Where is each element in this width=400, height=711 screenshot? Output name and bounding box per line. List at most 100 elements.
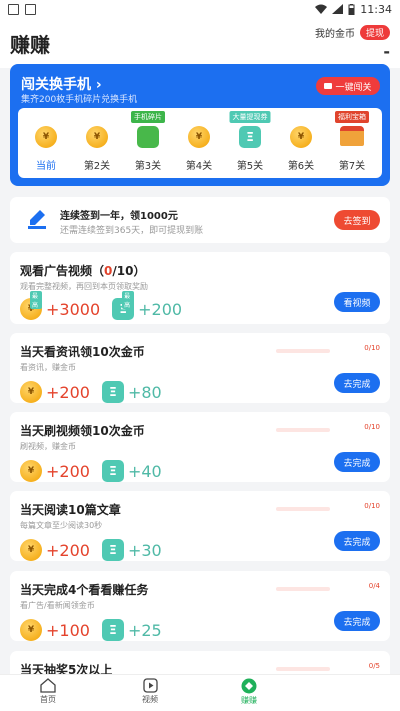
bottom-tab-bar: 首页 视频 赚赚: [0, 674, 400, 711]
coin-icon: ¥: [20, 381, 42, 403]
level-card-title-link[interactable]: 闯关换手机 ›: [21, 74, 102, 94]
complete-button[interactable]: 去完成: [334, 611, 380, 631]
coin-reward: +200: [46, 382, 90, 402]
ticket-icon: Ξ: [101, 460, 124, 482]
signal-icon: [332, 4, 344, 14]
task-reward: ¥ +200 Ξ +80: [20, 381, 162, 403]
coin-icon: ¥: [20, 539, 42, 561]
task-subtitle: 看广告/看新闻领金币: [20, 601, 95, 610]
level-item[interactable]: ¥ 当前: [23, 108, 69, 178]
battery-icon: [348, 3, 355, 15]
ticket-reward: +40: [127, 461, 162, 481]
task-progress-text: 0/10: [364, 423, 380, 431]
level-item[interactable]: ¥ 第2关: [74, 108, 120, 178]
ticket-reward: +25: [127, 620, 162, 640]
task-subtitle: 看资讯，赚金币: [20, 363, 76, 372]
levels-panel: ¥ 当前 ¥ 第2关 手机碎片 第3关 ¥ 第4关 大量提现券 Ξ 第5关 ¥ …: [18, 108, 382, 178]
level-name: 第6关: [287, 161, 315, 172]
checkin-title: 连续签到一年，领1000元: [60, 211, 178, 222]
tab-earn[interactable]: 赚赚: [219, 678, 279, 706]
ticket-reward: +30: [127, 540, 162, 560]
task-card: 当天阅读10篇文章 0/10 每篇文章至少阅读30秒 ¥ +200 Ξ +30 …: [10, 491, 390, 561]
coin-icon: ¥: [86, 126, 108, 148]
one-key-challenge-button[interactable]: 一键闯关: [316, 77, 380, 95]
task-title: 观看广告视频（0/10）: [20, 262, 145, 279]
level-item[interactable]: 手机碎片 第3关: [125, 108, 171, 178]
video-icon: [142, 678, 158, 693]
complete-button[interactable]: 去完成: [334, 531, 380, 551]
task-subtitle: 刷视频，赚金币: [20, 442, 76, 451]
tab-label: 首页: [40, 695, 56, 704]
coin-icon: ¥: [290, 126, 312, 148]
level-item[interactable]: 福利宝箱 第7关: [329, 108, 375, 178]
tab-home[interactable]: 首页: [18, 678, 78, 705]
camera-icon: [324, 83, 333, 89]
max-tag: 最高: [30, 291, 42, 309]
task-title: 当天完成4个看看赚任务: [20, 583, 149, 597]
coin-icon: ¥: [20, 619, 42, 641]
ticket-icon: Ξ: [101, 381, 124, 403]
level-item[interactable]: 大量提现券 Ξ 第5关: [227, 108, 273, 178]
task-card: 当天刷视频领10次金币 0/10 刷视频，赚金币 ¥ +200 Ξ +40 去完…: [10, 412, 390, 482]
ticket-icon: Ξ: [239, 126, 261, 148]
coin-reward: +3000: [46, 299, 101, 319]
coin-reward: +100: [46, 620, 90, 640]
checkin-subtitle: 还需连续签到365天，即可提现到账: [60, 226, 204, 236]
chevron-right-icon: ›: [95, 77, 102, 93]
checkin-card: 连续签到一年，领1000元 还需连续签到365天，即可提现到账 去签到: [10, 197, 390, 243]
withdraw-button[interactable]: 提现: [359, 25, 390, 40]
watch-video-button[interactable]: 看视频: [334, 292, 380, 312]
level-name: 第4关: [185, 161, 213, 172]
header: 赚赚 我的金币 提现 -: [0, 18, 400, 68]
level-card-subtitle: 集齐200枚手机碎片兑换手机: [21, 95, 138, 105]
page-title: 赚赚: [10, 32, 50, 57]
task-reward: ¥ +100 Ξ +25: [20, 619, 162, 641]
coin-value: -: [383, 42, 390, 61]
task-title: 当天刷视频领10次金币: [20, 424, 145, 438]
ticket-reward: +80: [127, 382, 162, 402]
level-badge: 福利宝箱: [335, 111, 369, 123]
coin-reward: +200: [46, 461, 90, 481]
status-bar: 11:34: [0, 0, 400, 18]
level-card-title: 闯关换手机: [21, 77, 91, 93]
task-card: 当天看资讯领10次金币 0/10 看资讯，赚金币 ¥ +200 Ξ +80 去完…: [10, 333, 390, 403]
max-tag: 最高: [122, 291, 135, 309]
notification-icon: [8, 3, 19, 15]
task-progress-text: 0/10: [364, 502, 380, 510]
photo-notification-icon: [25, 3, 36, 15]
level-name: 第5关: [236, 161, 264, 172]
level-name: 第7关: [338, 161, 366, 172]
task-progress-text: 0/10: [364, 344, 380, 352]
task-progress-bar: [276, 587, 330, 591]
ticket-icon: Ξ: [101, 539, 124, 561]
coin-label: 我的金币: [314, 29, 355, 40]
clock: 11:34: [360, 2, 392, 16]
task-progress-bar: [276, 428, 330, 432]
task-reward: ¥ +200 Ξ +40: [20, 460, 162, 482]
coin-icon: ¥: [20, 460, 42, 482]
task-progress-text: 0/4: [368, 582, 380, 590]
level-item[interactable]: ¥ 第4关: [176, 108, 222, 178]
level-name: 第3关: [134, 161, 162, 172]
ticket-reward: +200: [138, 299, 183, 319]
coin-icon: ¥: [35, 126, 57, 148]
checkin-button[interactable]: 去签到: [334, 210, 380, 230]
tab-label: 视频: [142, 695, 158, 704]
task-card: 当天完成4个看看赚任务 0/4 看广告/看新闻领金币 ¥ +100 Ξ +25 …: [10, 571, 390, 641]
tab-video[interactable]: 视频: [120, 678, 180, 705]
pen-icon: [28, 210, 46, 229]
task-progress-open: （: [92, 264, 105, 278]
task-subtitle: 每篇文章至少阅读30秒: [20, 521, 103, 530]
complete-button[interactable]: 去完成: [334, 373, 380, 393]
task-reward: 最高 ¥ +3000 最高 Ξ +200: [20, 291, 183, 320]
complete-button[interactable]: 去完成: [334, 452, 380, 472]
chest-icon: [340, 126, 364, 146]
level-item[interactable]: ¥ 第6关: [278, 108, 324, 178]
wifi-icon: [315, 4, 328, 14]
ad-task-card: 观看广告视频（0/10） 观看完整视频，再回到本页领取奖励 最高 ¥ +3000…: [10, 252, 390, 324]
task-progress-total: /10）: [112, 264, 146, 278]
ticket-icon: Ξ: [101, 619, 124, 641]
task-progress-bar: [276, 349, 330, 353]
task-title: 当天阅读10篇文章: [20, 503, 121, 517]
level-name: 第2关: [83, 161, 111, 172]
